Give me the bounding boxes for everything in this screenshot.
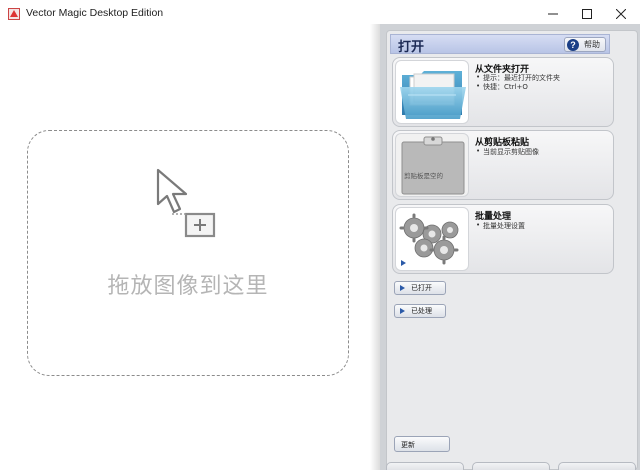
panel-title: 打开 <box>398 40 425 55</box>
batch-hint-line: 批量处理设置 <box>476 221 525 231</box>
footer-tab[interactable] <box>386 462 464 470</box>
help-label: 帮助 <box>584 40 600 49</box>
window-title: Vector Magic Desktop Edition <box>26 7 164 19</box>
clipboard-icon <box>401 136 465 195</box>
clipboard-thumbnail: 剪贴板是空的 <box>395 133 469 197</box>
minimize-icon <box>548 13 558 15</box>
drop-hint-text: 拖放图像到这里 <box>107 274 269 299</box>
expand-arrow-icon <box>401 260 406 266</box>
gears-icon <box>399 213 459 265</box>
help-icon: ? <box>567 38 579 51</box>
expand-arrow-icon <box>400 285 405 291</box>
batch-processing-card[interactable]: 批量处理 批量处理设置 <box>392 204 614 274</box>
clipboard-hint-line: 当前显示剪贴图像 <box>476 147 539 157</box>
panel-divider <box>370 24 380 470</box>
recently-opened-button[interactable]: 已打开 <box>394 281 446 295</box>
cursor-with-plus-icon <box>156 168 216 238</box>
app-icon <box>8 8 20 20</box>
open-from-folder-card[interactable]: 从文件夹打开 提示：最近打开的文件夹 快捷：Ctrl+O <box>392 57 614 127</box>
close-icon <box>616 9 626 19</box>
recently-opened-label: 已打开 <box>411 284 432 292</box>
maximize-icon <box>582 9 592 19</box>
paste-from-clipboard-card[interactable]: 剪贴板是空的 从剪贴板粘贴 当前显示剪贴图像 <box>392 130 614 200</box>
help-button[interactable]: ? 帮助 <box>564 37 606 52</box>
update-label: 更新 <box>401 441 415 449</box>
footer-tab[interactable] <box>472 462 550 470</box>
processed-button[interactable]: 已处理 <box>394 304 446 318</box>
folder-thumbnail <box>395 60 469 124</box>
expand-arrow-icon <box>400 308 405 314</box>
open-shortcut-line: 快捷：Ctrl+O <box>476 82 528 92</box>
update-button[interactable]: 更新 <box>394 436 450 452</box>
folder-icon <box>400 71 466 119</box>
batch-thumbnail <box>395 207 469 271</box>
drop-zone[interactable] <box>27 130 349 376</box>
footer-tab[interactable] <box>558 462 636 470</box>
processed-label: 已处理 <box>411 307 432 315</box>
clipboard-empty-text: 剪贴板是空的 <box>404 172 443 180</box>
